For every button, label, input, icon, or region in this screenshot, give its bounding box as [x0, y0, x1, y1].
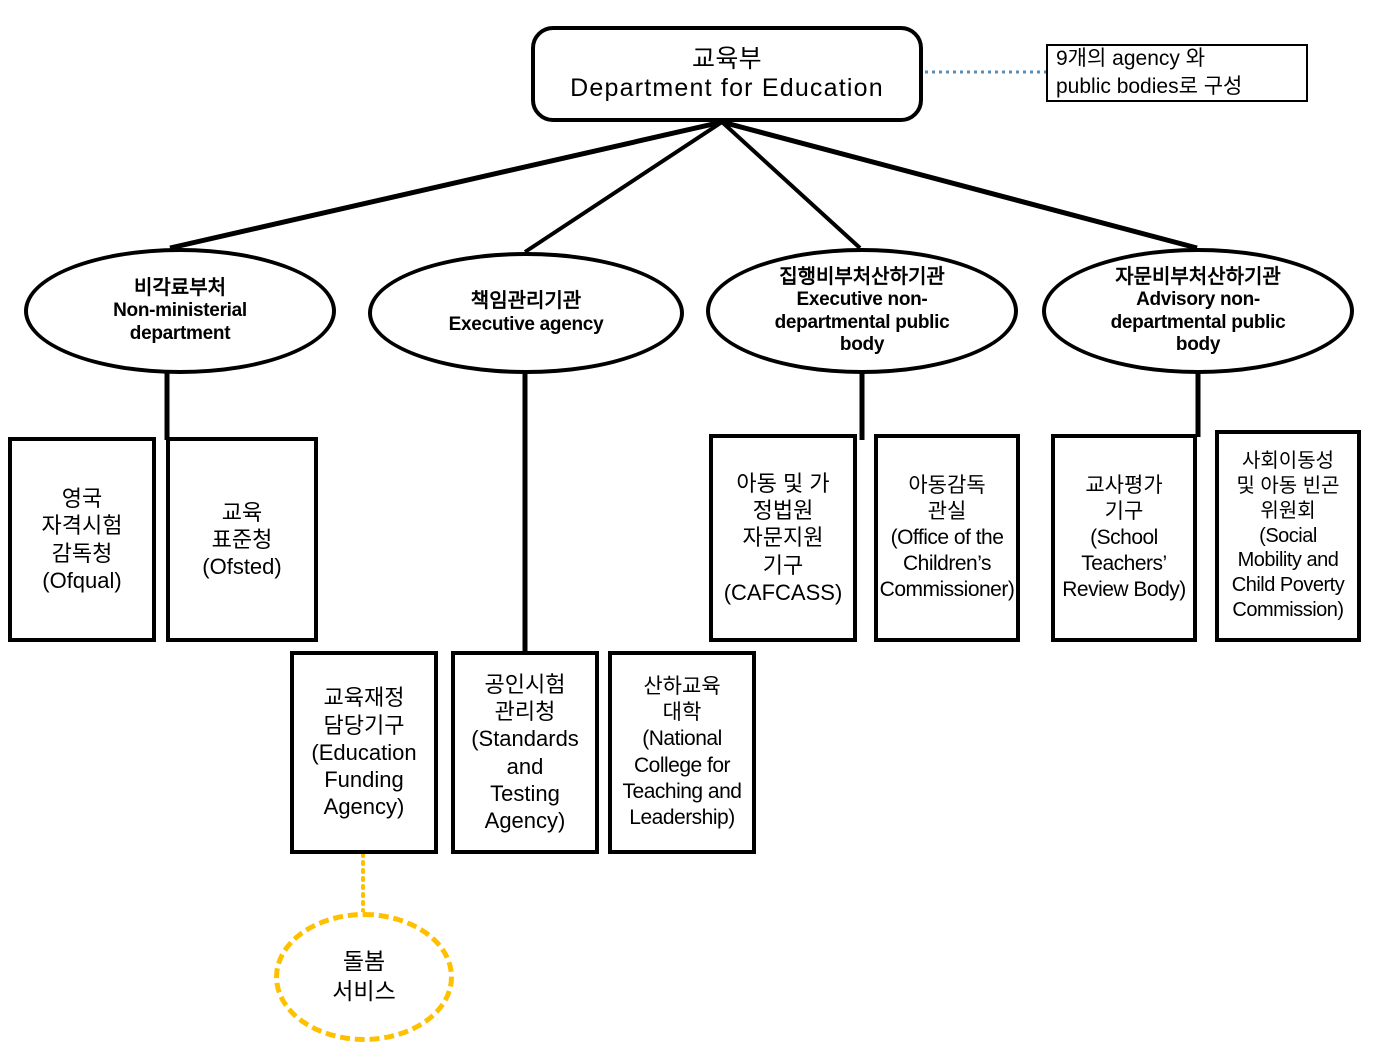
root-node-label-ko: 교육부	[692, 44, 762, 73]
category-4-label-en-1: Advisory non-	[1136, 289, 1260, 311]
category-node-non-ministerial-department[interactable]: 비각료부처 Non-ministerial department	[24, 248, 336, 374]
national-college-line-1: 산하교육	[643, 675, 721, 699]
root-to-category-1	[169, 119, 723, 251]
school-teachers-review-line-5: Review Body)	[1062, 578, 1186, 602]
body-node-social-mobility-child-poverty-commission[interactable]: 사회이동성 및 아동 빈곤 위원회 (Social Mobility and C…	[1215, 430, 1361, 642]
education-funding-line-2: 담당기구	[323, 712, 405, 738]
education-funding-line-3: (Education	[311, 739, 417, 765]
standards-testing-line-4: and	[506, 753, 544, 779]
category-3-label-en-3: body	[839, 334, 885, 355]
highlight-node-care-service[interactable]: 돌봄 서비스	[274, 912, 454, 1042]
root-node-department-for-education[interactable]: 교육부 Department for Education	[531, 26, 923, 122]
ofsted-line-3: (Ofsted)	[202, 554, 282, 580]
national-college-line-6: Leadership)	[629, 805, 735, 829]
cafcass-line-4: 기구	[762, 552, 804, 578]
category-2-label-en-1: Executive agency	[448, 313, 604, 335]
category-3-label-en-1: Executive non-	[796, 289, 928, 311]
standards-testing-line-6: Agency)	[484, 808, 566, 834]
childrens-commissioner-line-5: Commissioner)	[879, 578, 1015, 602]
ofsted-line-1: 교육	[221, 499, 263, 525]
category-4-label-en-3: body	[1175, 334, 1221, 355]
callout-note-line-2: public bodies로 구성	[1056, 75, 1243, 98]
body-node-standards-and-testing-agency[interactable]: 공인시험 관리청 (Standards and Testing Agency)	[451, 651, 599, 854]
category-1-label-en-1: Non-ministerial	[113, 300, 247, 322]
education-funding-line-4: Funding	[324, 767, 404, 793]
category-node-executive-ndpb[interactable]: 집행비부처산하기관 Executive non- departmental pu…	[706, 248, 1018, 374]
care-service-line-1: 돌봄	[342, 948, 386, 975]
category-1-label-en-2: department	[129, 322, 231, 344]
body-node-ofqual[interactable]: 영국 자격시험 감독청 (Ofqual)	[8, 437, 156, 642]
national-college-line-3: (National	[642, 727, 722, 751]
cafcass-line-5: (CAFCASS)	[723, 579, 843, 605]
callout-note-box: 9개의 agency 와 public bodies로 구성	[1046, 44, 1308, 102]
category-4-label-en-2: departmental public	[1110, 311, 1286, 333]
org-chart-canvas: 교육부 Department for Education 9개의 agency …	[0, 0, 1373, 1057]
root-to-category-3	[720, 120, 862, 250]
category-3-label-ko: 집행비부처산하기관	[779, 265, 945, 288]
ofqual-line-1: 영국	[61, 485, 103, 511]
childrens-commissioner-line-1: 아동감독	[908, 473, 986, 497]
school-teachers-review-line-1: 교사평가	[1085, 473, 1163, 497]
childrens-commissioner-line-3: (Office of the	[890, 525, 1004, 549]
education-funding-line-1: 교육재정	[323, 685, 405, 711]
care-service-line-2: 서비스	[332, 978, 396, 1004]
ofqual-line-3: 감독청	[51, 540, 113, 566]
root-to-category-4	[721, 119, 1198, 251]
national-college-line-2: 대학	[662, 701, 702, 725]
social-mobility-line-4: (Social	[1259, 524, 1317, 547]
category-4-label-ko: 자문비부처산하기관	[1115, 265, 1281, 288]
social-mobility-line-5: Mobility and	[1237, 549, 1339, 572]
body-node-childrens-commissioner[interactable]: 아동감독 관실 (Office of the Children’s Commis…	[874, 434, 1020, 642]
ofsted-line-2: 표준청	[211, 526, 273, 552]
cafcass-line-2: 정법원	[752, 498, 814, 524]
childrens-commissioner-line-4: Children’s	[903, 552, 992, 576]
root-to-category-2	[523, 120, 724, 254]
school-teachers-review-line-3: (School	[1090, 525, 1158, 549]
body-node-education-funding-agency[interactable]: 교육재정 담당기구 (Education Funding Agency)	[290, 651, 438, 854]
national-college-line-4: College for	[633, 753, 731, 777]
callout-note-line-1: 9개의 agency 와	[1056, 46, 1206, 70]
cafcass-line-1: 아동 및 가	[736, 470, 830, 496]
body-node-ofsted[interactable]: 교육 표준청 (Ofsted)	[166, 437, 318, 642]
category-1-label-ko: 비각료부처	[134, 276, 226, 299]
school-teachers-review-line-4: Teachers’	[1081, 552, 1167, 576]
school-teachers-review-line-2: 기구	[1104, 499, 1144, 523]
body-node-national-college-for-teaching-and-leadership[interactable]: 산하교육 대학 (National College for Teaching a…	[608, 651, 756, 854]
body-node-cafcass[interactable]: 아동 및 가 정법원 자문지원 기구 (CAFCASS)	[709, 434, 857, 642]
category-2-label-ko: 책임관리기관	[470, 290, 582, 312]
education-funding-line-5: Agency)	[323, 794, 405, 820]
social-mobility-line-3: 위원회	[1260, 499, 1316, 522]
standards-testing-line-2: 관리청	[494, 698, 556, 724]
social-mobility-line-2: 및 아동 빈곤	[1236, 475, 1340, 497]
ofqual-line-4: (Ofqual)	[42, 567, 122, 593]
ofqual-line-2: 자격시험	[41, 513, 123, 539]
social-mobility-line-1: 사회이동성	[1242, 450, 1334, 473]
category-node-advisory-ndpb[interactable]: 자문비부처산하기관 Advisory non- departmental pub…	[1042, 248, 1354, 374]
category-node-executive-agency[interactable]: 책임관리기관 Executive agency	[368, 252, 684, 374]
social-mobility-line-7: Commission)	[1232, 598, 1344, 621]
national-college-line-5: Teaching and	[622, 779, 742, 803]
cafcass-line-3: 자문지원	[742, 525, 824, 551]
childrens-commissioner-line-2: 관실	[927, 499, 967, 523]
standards-testing-line-1: 공인시험	[484, 671, 566, 697]
standards-testing-line-5: Testing	[490, 780, 560, 806]
social-mobility-line-6: Child Poverty	[1231, 574, 1345, 597]
standards-testing-line-3: (Standards	[471, 726, 579, 752]
category-3-label-en-2: departmental public	[774, 311, 950, 333]
root-node-label-en: Department for Education	[570, 74, 884, 102]
body-node-school-teachers-review-body[interactable]: 교사평가 기구 (School Teachers’ Review Body)	[1051, 434, 1197, 642]
